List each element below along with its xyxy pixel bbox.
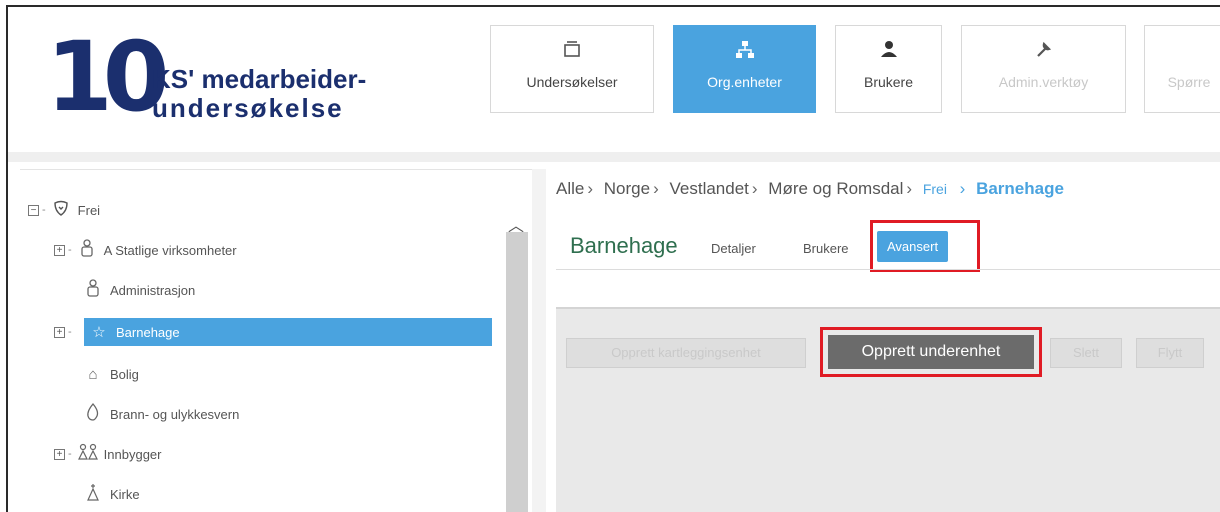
nav-org-enheter[interactable]: Org.enheter: [673, 25, 816, 113]
people-icon: [77, 443, 98, 465]
breadcrumb-item[interactable]: Alle: [556, 179, 584, 198]
tree-item-administrasjon[interactable]: Administrasjon: [84, 276, 195, 304]
blank-icon: [1145, 40, 1220, 62]
tab-detaljer[interactable]: Detaljer: [711, 241, 756, 256]
tree-item-label: Frei: [77, 202, 101, 218]
tree-item-bolig[interactable]: ⌂ Bolig: [84, 360, 139, 388]
nav-label: Spørre: [1167, 74, 1211, 90]
create-survey-unit-button[interactable]: Opprett kartleggingsenhet: [566, 338, 806, 368]
expand-icon[interactable]: +: [54, 244, 65, 256]
breadcrumb-current: Barnehage: [976, 179, 1064, 198]
breadcrumb-item[interactable]: Vestlandet: [669, 179, 748, 198]
chevron-right-icon: ›: [587, 179, 594, 198]
unit-icon: [84, 279, 102, 301]
chevron-right-icon: ›: [959, 179, 966, 198]
nav-undersokelser[interactable]: Undersøkelser: [490, 25, 654, 113]
tabs-divider: [556, 269, 1220, 270]
highlight-box: [820, 327, 1042, 377]
sidebar-scrollbar[interactable]: [506, 232, 528, 512]
chevron-right-icon: ›: [751, 179, 758, 198]
expand-icon[interactable]: +: [54, 448, 65, 460]
nav-label: Admin.verktøy: [998, 74, 1089, 90]
tab-brukere[interactable]: Brukere: [803, 241, 849, 256]
page-title: Barnehage: [570, 233, 678, 258]
tree-item-label: Administrasjon: [110, 282, 196, 298]
org-chart-icon: [674, 40, 815, 62]
tree-item-label: Kirke: [110, 486, 140, 502]
header: 10 FAKTOR KS' medarbeider- undersøkelse …: [8, 7, 1220, 152]
tree-item-label: Barnehage: [116, 324, 180, 340]
breadcrumb-link[interactable]: Frei: [923, 181, 947, 197]
nav-label: Org.enheter: [707, 74, 782, 90]
folder-icon: [491, 40, 653, 62]
logo[interactable]: 10 FAKTOR KS' medarbeider- undersøkelse: [38, 29, 398, 129]
star-icon: ☆: [92, 324, 106, 341]
app-window: 10 FAKTOR KS' medarbeider- undersøkelse …: [6, 5, 1220, 512]
church-icon: [84, 483, 102, 505]
nav-label: Brukere: [863, 74, 914, 90]
header-divider: [8, 152, 1220, 162]
chevron-right-icon: ›: [653, 179, 659, 198]
unit-icon: [78, 239, 96, 261]
tree-item-label: Bolig: [110, 366, 139, 382]
nav-brukere[interactable]: Brukere: [835, 25, 942, 113]
wrench-icon: [962, 40, 1125, 62]
tree-item-statlige[interactable]: + - A Statlige virksomheter: [54, 236, 237, 264]
nav-admin-verktoy[interactable]: Admin.verktøy: [961, 25, 1126, 113]
logo-title-line1: KS' medarbeider-: [152, 64, 367, 94]
tree-item-brann[interactable]: Brann- og ulykkesvern: [84, 400, 239, 428]
highlight-box: [870, 220, 980, 272]
breadcrumb-item[interactable]: Norge: [604, 179, 650, 198]
nav-label: Undersøkelser: [526, 74, 618, 90]
flame-icon: [84, 403, 102, 425]
user-icon: [836, 40, 941, 62]
logo-title-line2: undersøkelse: [152, 93, 344, 123]
tree-item-label: Innbygger: [103, 446, 162, 462]
move-button[interactable]: Flytt: [1136, 338, 1204, 368]
tree-item-kirke[interactable]: Kirke: [84, 480, 140, 508]
tree-item-barnehage[interactable]: ☆ Barnehage: [84, 318, 492, 346]
tree-item-label: Brann- og ulykkesvern: [110, 406, 240, 422]
chevron-right-icon: ›: [906, 179, 913, 198]
panel-divider: [532, 169, 546, 512]
logo-number: 10: [46, 21, 170, 133]
nav-sporre[interactable]: Spørre: [1144, 25, 1220, 113]
delete-button[interactable]: Slett: [1050, 338, 1122, 368]
breadcrumb: Alle › Norge › Vestlandet › Møre og Romsdal…: [556, 179, 1064, 199]
shield-icon: [52, 200, 70, 220]
tree-item-innbygger[interactable]: + - Innbygger: [54, 440, 162, 468]
tree-root-frei[interactable]: − - Frei: [28, 196, 100, 224]
house-icon: ⌂: [88, 365, 98, 383]
expand-icon[interactable]: +: [54, 326, 65, 338]
collapse-icon[interactable]: −: [28, 204, 39, 216]
breadcrumb-item[interactable]: Møre og Romsdal: [768, 179, 903, 198]
tree-item-label: A Statlige virksomheter: [103, 242, 237, 258]
logo-faktor: FAKTOR: [44, 59, 56, 111]
